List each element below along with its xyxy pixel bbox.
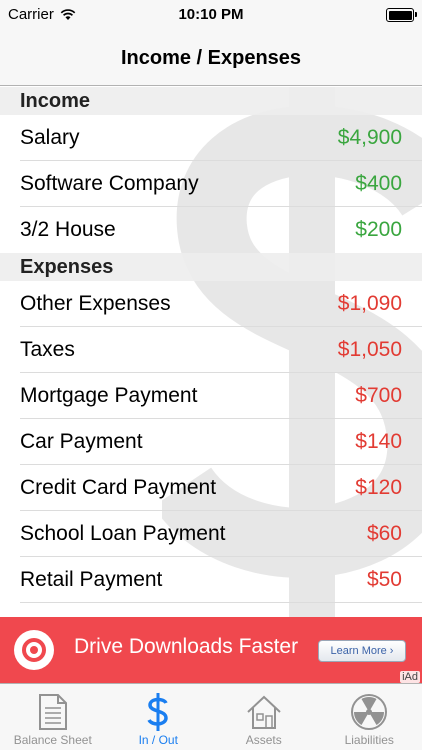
tab-bar: Balance Sheet In / Out Assets Liabilitie… xyxy=(0,683,422,750)
income-amount: $4,900 xyxy=(337,126,402,149)
battery-icon xyxy=(386,8,417,22)
tab-label: In / Out xyxy=(138,733,178,747)
tab-label: Assets xyxy=(245,733,282,747)
expense-amount: $50 xyxy=(366,568,402,591)
income-row[interactable]: Software Company $400 xyxy=(0,161,422,207)
expense-row[interactable]: Retail Payment $50 xyxy=(0,557,422,603)
tab-liabilities[interactable]: Liabilities xyxy=(317,684,422,750)
expense-amount: $1,050 xyxy=(337,338,402,361)
expense-row[interactable]: Credit Card Payment $120 xyxy=(0,465,422,511)
page-title: Income / Expenses xyxy=(120,47,302,69)
expenses-section-header: Expenses xyxy=(0,253,422,281)
expense-row[interactable]: Mortgage Payment $700 xyxy=(0,373,422,419)
document-icon xyxy=(38,694,67,730)
dollar-icon xyxy=(147,693,169,731)
iad-badge: iAd xyxy=(400,671,420,683)
expense-amount: $700 xyxy=(355,384,402,407)
expense-amount: $120 xyxy=(355,476,402,499)
income-row[interactable]: 3/2 House $200 xyxy=(0,207,422,253)
tab-assets[interactable]: Assets xyxy=(211,684,317,750)
house-icon xyxy=(247,695,281,729)
target-logo-icon xyxy=(14,630,54,670)
income-label: Salary xyxy=(20,126,80,149)
income-section-header: Income xyxy=(0,87,422,115)
tab-in-out[interactable]: In / Out xyxy=(106,684,212,750)
expense-label: Credit Card Payment xyxy=(20,476,217,499)
tab-label: Liabilities xyxy=(344,733,394,747)
expense-row[interactable]: Other Expenses $1,090 xyxy=(0,281,422,327)
income-row[interactable]: Salary $4,900 xyxy=(0,115,422,161)
expense-amount: $1,090 xyxy=(337,292,402,315)
tab-label: Balance Sheet xyxy=(13,733,92,747)
tab-balance-sheet[interactable]: Balance Sheet xyxy=(0,684,106,750)
expense-row[interactable]: School Loan Payment $60 xyxy=(0,511,422,557)
expense-row[interactable]: Taxes $1,050 xyxy=(0,327,422,373)
ad-banner[interactable]: Drive Downloads Faster Learn More › iAd xyxy=(0,617,422,683)
radiation-icon xyxy=(351,694,388,730)
expense-label: School Loan Payment xyxy=(20,522,226,545)
ad-text: Drive Downloads Faster xyxy=(74,635,299,658)
income-label: 3/2 House xyxy=(20,218,116,241)
expense-amount: $60 xyxy=(366,522,402,545)
status-bar: Carrier 10:10 PM xyxy=(0,0,422,32)
learn-more-button[interactable]: Learn More › xyxy=(318,640,406,662)
expense-label: Other Expenses xyxy=(20,292,171,315)
income-label: Software Company xyxy=(20,172,199,195)
income-amount: $400 xyxy=(355,172,402,195)
income-amount: $200 xyxy=(355,218,402,241)
income-expense-list[interactable]: Income Salary $4,900 Software Company $4… xyxy=(0,87,422,617)
navigation-bar: Income / Expenses xyxy=(0,32,422,86)
expense-label: Taxes xyxy=(20,338,75,361)
expense-row[interactable]: Car Payment $140 xyxy=(0,419,422,465)
expense-label: Mortgage Payment xyxy=(20,384,198,407)
expense-label: Car Payment xyxy=(20,430,143,453)
status-time: 10:10 PM xyxy=(178,6,244,23)
expense-label: Retail Payment xyxy=(20,568,163,591)
expense-amount: $140 xyxy=(355,430,402,453)
